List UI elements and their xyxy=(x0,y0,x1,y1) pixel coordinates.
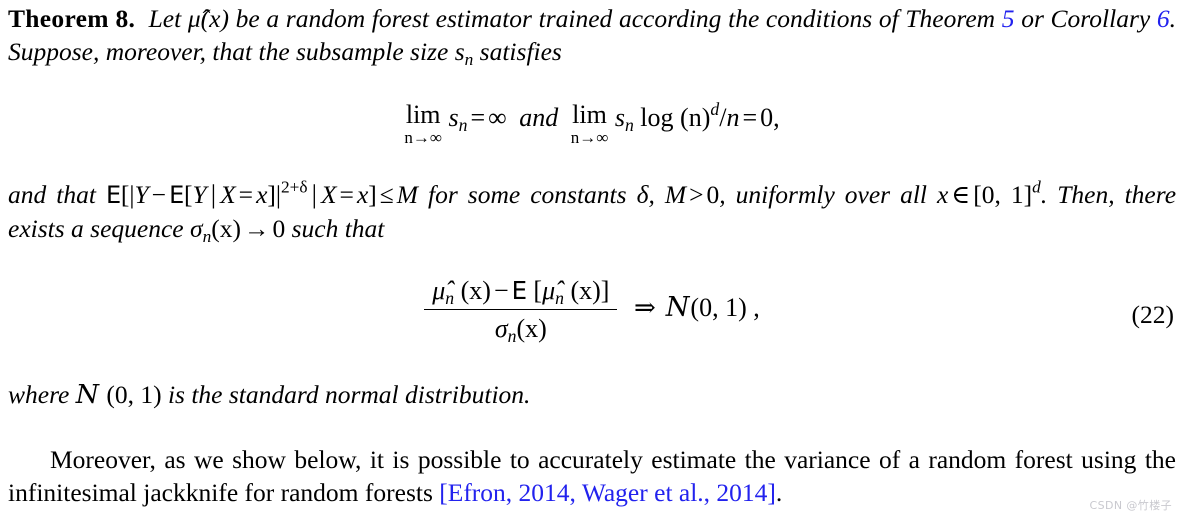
infinity-symbol: ∞ xyxy=(488,102,507,132)
limit-expression-2: lim n→∞ sn log (n)d/n = 0, xyxy=(571,98,780,146)
theorem-body-1: Let xyxy=(148,4,188,33)
moment-condition-formula: E[|Y − E[Y | X = x]|2+δ | X = x] ≤ M xyxy=(105,177,419,209)
equation-limit-conditions: lim n→∞ sn = ∞ and lim n→∞ sn log (n)d/n = 0… xyxy=(0,98,1184,147)
log-operator: log xyxy=(640,102,674,132)
closing-paragraph: Moreover, as we show below, it is possib… xyxy=(8,443,1176,509)
sigma-n-sequence: σn(x) → 0 xyxy=(189,214,286,246)
link-theorem-5[interactable]: 5 xyxy=(1002,4,1015,33)
normal-distribution-symbol: Ν xyxy=(665,291,690,323)
constants-inequality: M >0 xyxy=(664,180,720,209)
limit-value-zero: 0, xyxy=(760,102,780,132)
delta-symbol: δ xyxy=(636,180,649,209)
theorem-body-3: or Corollary xyxy=(1014,4,1157,33)
normal-distribution-args: (0, 1) , xyxy=(690,292,760,322)
equals-sign-1: = xyxy=(470,102,486,132)
condition-tail-4: such that xyxy=(285,214,385,243)
where-tail: is the standard normal distribution. xyxy=(167,380,531,409)
s-n-1: sn xyxy=(448,102,468,135)
normal-args-inline: (0, 1) xyxy=(99,380,168,409)
subsample-size-symbol: sn xyxy=(454,37,474,69)
condition-tail-1: for some constants xyxy=(418,180,637,209)
limit-operator-2: lim n→∞ xyxy=(570,100,609,147)
closing-period: . xyxy=(775,478,783,507)
where-clause: where Ν (0, 1) is the standard normal di… xyxy=(8,378,1176,411)
theorem-body-2: be a random forest estimator trained acc… xyxy=(228,4,1002,33)
domain-condition: x ∈ [0, 1]d xyxy=(937,177,1041,209)
condition-comma: , xyxy=(648,180,665,209)
equation-central-limit: μ̂n (x) − E [μ̂n (x)] σn(x) ⇒ Ν(0, 1) , xyxy=(0,276,1184,346)
implies-arrow: ⇒ xyxy=(633,292,656,322)
fraction-denominator: σn(x) xyxy=(494,314,547,346)
document-page: Theorem 8. Let μ̂(x) be a random forest … xyxy=(0,0,1184,515)
theorem-body-5: satisfies xyxy=(473,37,562,66)
theorem-statement: Theorem 8. Let μ̂(x) be a random forest … xyxy=(8,2,1176,68)
csdn-watermark: CSDN @竹楼子 xyxy=(1089,499,1172,512)
condition-tail-2: , uniformly over all xyxy=(719,180,938,209)
limit-operator-1: lim n→∞ xyxy=(404,100,443,147)
s-n-2: sn xyxy=(614,102,634,135)
link-corollary-6[interactable]: 6 xyxy=(1157,4,1170,33)
normal-symbol-inline: Ν xyxy=(75,379,99,410)
normalized-ratio-fraction: μ̂n (x) − E [μ̂n (x)] σn(x) xyxy=(424,276,618,346)
denominator-n: n xyxy=(726,102,740,132)
log-argument: (n) xyxy=(680,102,711,132)
equals-sign-2: = xyxy=(742,102,758,132)
fraction-numerator: μ̂n (x) − E [μ̂n (x)] xyxy=(424,276,618,310)
dimension-exponent: d xyxy=(710,99,720,120)
equation-number-22: (22) xyxy=(1131,300,1174,329)
limit-expression-1: lim n→∞ sn = ∞ xyxy=(404,98,507,147)
citation-link-efron-wager[interactable]: [Efron, 2014, Wager et al., 2014] xyxy=(439,478,776,507)
theorem-label: Theorem xyxy=(8,4,109,33)
moment-condition-paragraph: and that E[|Y − E[Y | X = x]|2+δ | X = x] ≤ M for so… xyxy=(8,178,1176,245)
where-lead: where xyxy=(8,380,76,409)
and-conjunction: and xyxy=(519,102,559,132)
mu-hat-of-x: μ̂(x) xyxy=(187,4,229,33)
condition-lead: and that xyxy=(8,180,106,209)
theorem-number: 8. xyxy=(115,4,136,33)
